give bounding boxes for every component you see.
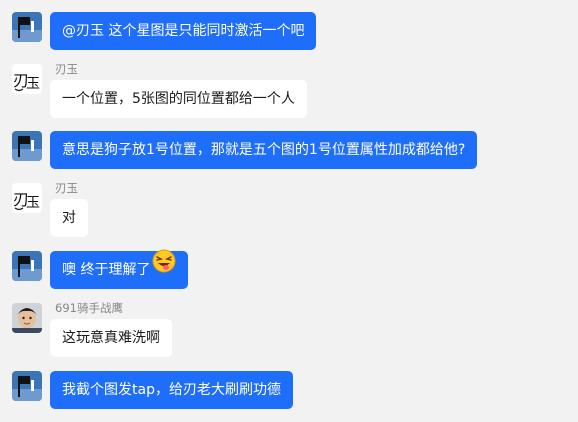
message-text: 噢 终于理解了 [62,262,151,278]
message-bubble[interactable]: 我截个图发tap，给刃老大刷刷功德 [50,371,293,409]
blue-flag-avatar-icon [12,371,42,401]
avatar[interactable] [12,303,42,333]
blue-flag-avatar-icon [12,12,42,42]
message-bubble[interactable]: 一个位置，5张图的同位置都给一个人 [50,80,307,118]
message-bubble[interactable]: 噢 终于理解了 [50,249,189,289]
sender-name: 刃玉 [55,181,78,195]
message-bubble[interactable]: 这玩意真难洗啊 [50,319,172,357]
svg-text:玉: 玉 [26,76,40,92]
avatar[interactable] [12,12,42,42]
blue-flag-avatar-icon [12,131,42,161]
person-photo-avatar-icon [12,303,42,333]
sender-name: 刃玉 [55,62,78,76]
avatar[interactable] [12,371,42,401]
avatar[interactable]: 刃 玉 [12,64,42,94]
message-bubble[interactable]: @刃玉 这个星图是只能同时激活一个吧 [50,12,317,50]
laughing-tongue-emoji-icon [152,249,176,288]
avatar[interactable] [12,131,42,161]
message-bubble[interactable]: 意思是狗子放1号位置，那就是五个图的1号位置属性加成都给他? [50,131,478,169]
calligraphy-avatar-icon: 刃 玉 [12,183,42,213]
blue-flag-avatar-icon [12,251,42,281]
sender-name: 691骑手战鹰 [55,301,123,315]
avatar[interactable] [12,251,42,281]
svg-text:玉: 玉 [26,195,40,211]
avatar[interactable]: 刃 玉 [12,183,42,213]
calligraphy-avatar-icon: 刃 玉 [12,64,42,94]
message-bubble[interactable]: 对 [50,199,88,237]
